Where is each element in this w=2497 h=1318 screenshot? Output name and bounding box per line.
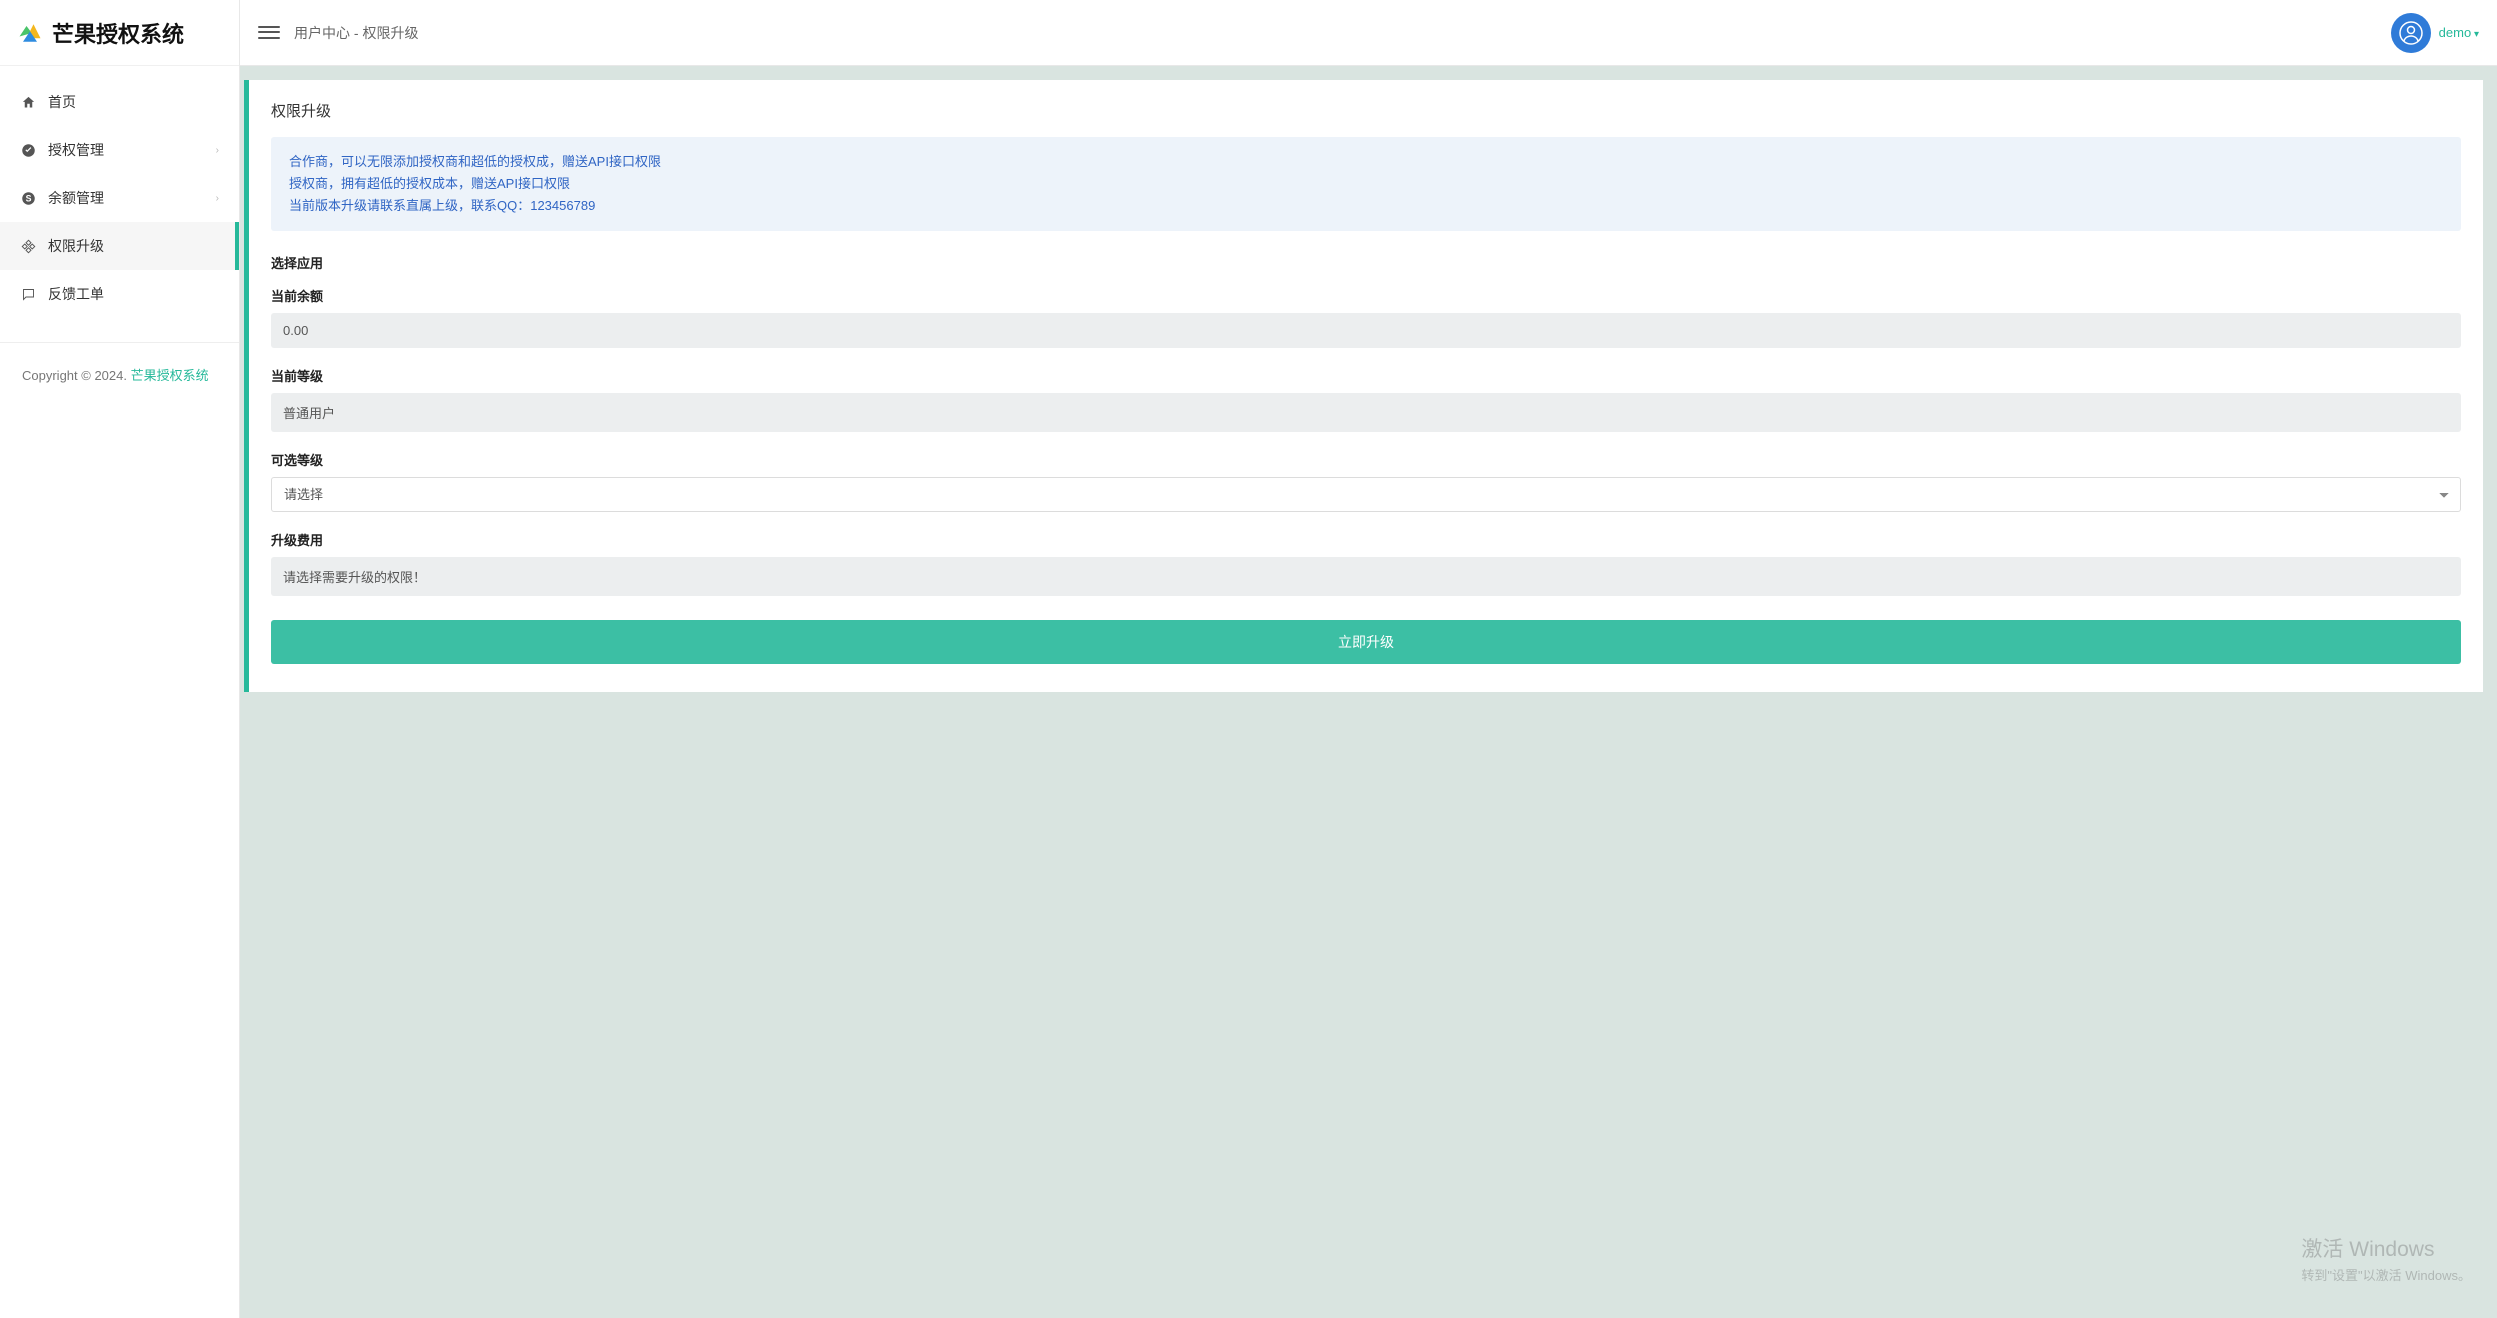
info-alert: 合作商，可以无限添加授权商和超低的授权成，赠送API接口权限 授权商，拥有超低的… <box>271 137 2461 231</box>
sidebar: 芒果授权系统 首页 授权管理 › S 余额管理 › 权限升级 <box>0 0 240 1318</box>
sidebar-nav: 首页 授权管理 › S 余额管理 › 权限升级 反馈工单 <box>0 66 239 318</box>
avatar[interactable] <box>2391 13 2431 53</box>
brand-name: 芒果授权系统 <box>52 17 184 49</box>
sidebar-item-home[interactable]: 首页 <box>0 78 239 126</box>
logo[interactable]: 芒果授权系统 <box>0 0 239 66</box>
sidebar-item-feedback[interactable]: 反馈工单 <box>0 270 239 318</box>
page-title: 权限升级 <box>249 80 2483 137</box>
breadcrumb: 用户中心 - 权限升级 <box>294 23 418 43</box>
current-level-value: 普通用户 <box>271 393 2461 432</box>
sidebar-item-auth-mgmt[interactable]: 授权管理 › <box>0 126 239 174</box>
topbar: 用户中心 - 权限升级 demo <box>240 0 2497 66</box>
alert-line3: 当前版本升级请联系直属上级，联系QQ：123456789 <box>289 195 2443 217</box>
diamond-icon <box>20 238 36 254</box>
chevron-right-icon: › <box>216 145 219 156</box>
footer-brand-link[interactable]: 芒果授权系统 <box>131 368 209 383</box>
svg-text:S: S <box>25 193 31 203</box>
sidebar-footer: Copyright © 2024. 芒果授权系统 <box>0 342 239 409</box>
target-level-select[interactable]: 请选择 <box>271 477 2461 512</box>
target-level-label: 可选等级 <box>271 450 2461 469</box>
sidebar-item-upgrade[interactable]: 权限升级 <box>0 222 239 270</box>
sidebar-item-label: 授权管理 <box>48 140 104 160</box>
alert-line2: 授权商，拥有超低的授权成本，赠送API接口权限 <box>289 173 2443 195</box>
logo-icon <box>16 19 44 47</box>
home-icon <box>20 94 36 110</box>
sidebar-item-label: 权限升级 <box>48 236 104 256</box>
dollar-icon: S <box>20 190 36 206</box>
sidebar-item-label: 首页 <box>48 92 76 112</box>
chat-icon <box>20 286 36 302</box>
upgrade-card: 权限升级 合作商，可以无限添加授权商和超低的授权成，赠送API接口权限 授权商，… <box>244 80 2483 692</box>
balance-label: 当前余额 <box>271 286 2461 305</box>
sidebar-item-label: 反馈工单 <box>48 284 104 304</box>
sidebar-item-balance-mgmt[interactable]: S 余额管理 › <box>0 174 239 222</box>
balance-value: 0.00 <box>271 313 2461 348</box>
sidebar-item-label: 余额管理 <box>48 188 104 208</box>
alert-line1: 合作商，可以无限添加授权商和超低的授权成，赠送API接口权限 <box>289 151 2443 173</box>
submit-button[interactable]: 立即升级 <box>271 620 2461 664</box>
user-menu[interactable]: demo <box>2439 25 2479 40</box>
section-label: 选择应用 <box>271 253 2461 272</box>
check-circle-icon <box>20 142 36 158</box>
menu-toggle-icon[interactable] <box>258 22 280 44</box>
fee-value: 请选择需要升级的权限！ <box>271 557 2461 596</box>
copyright-text: Copyright © 2024. <box>22 368 131 383</box>
current-level-label: 当前等级 <box>271 366 2461 385</box>
chevron-right-icon: › <box>216 193 219 204</box>
fee-label: 升级费用 <box>271 530 2461 549</box>
